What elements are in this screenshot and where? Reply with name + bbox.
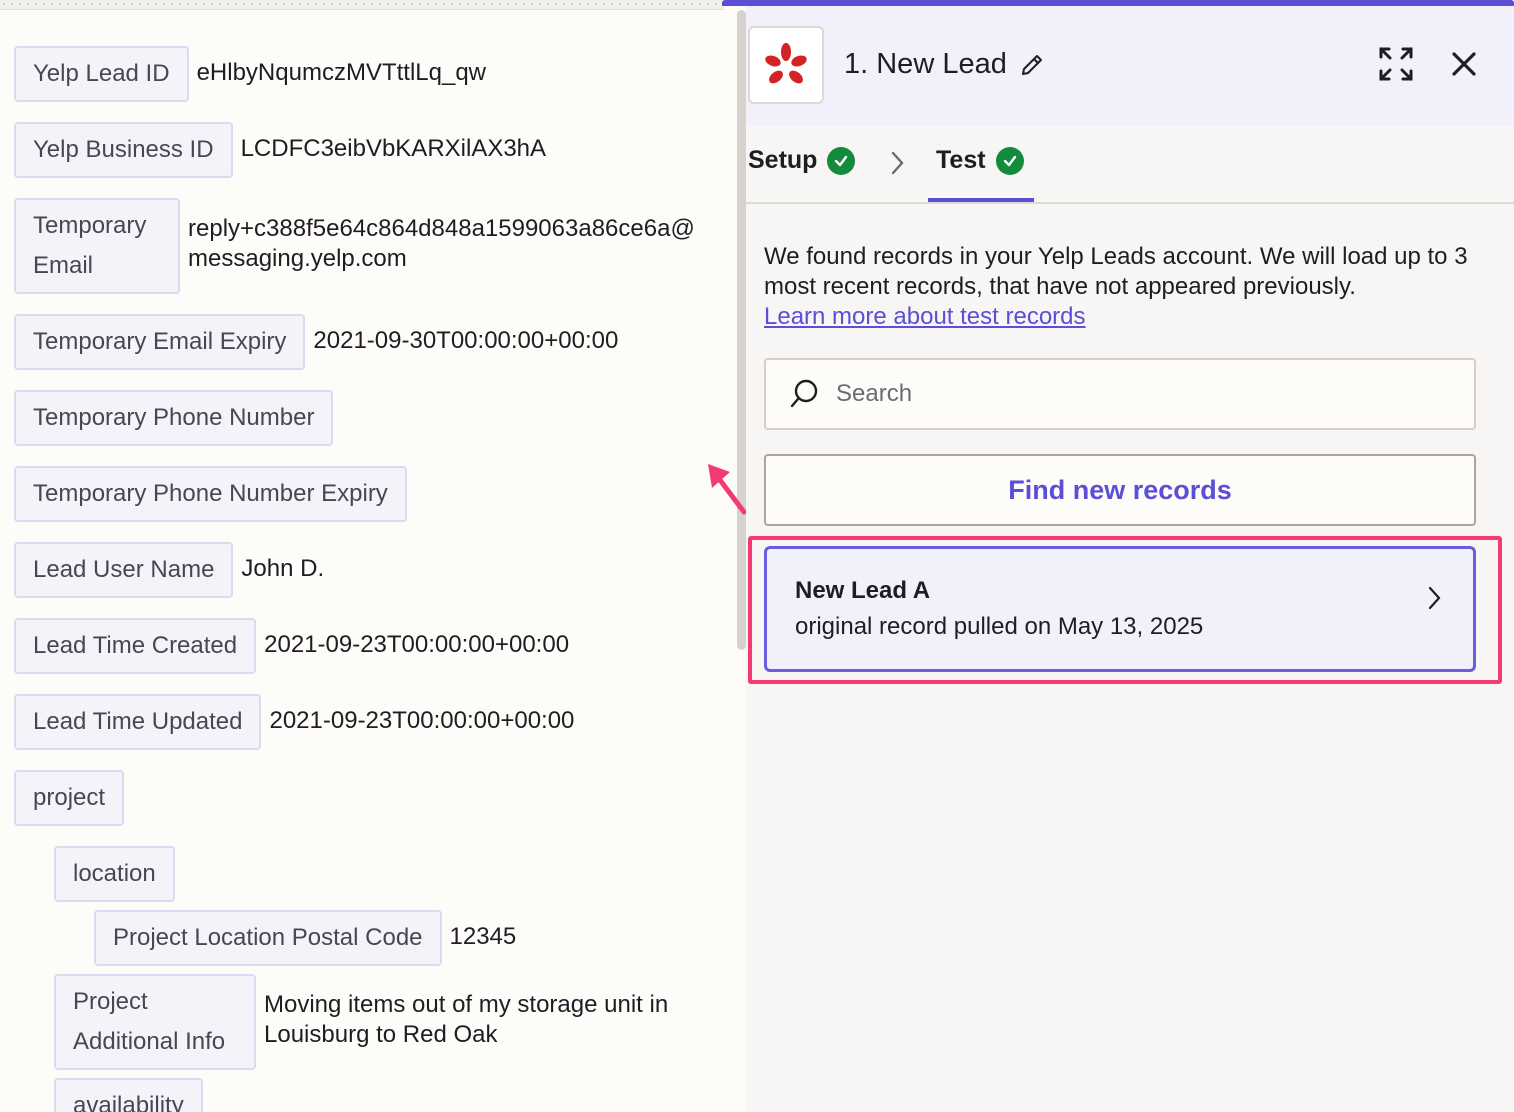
field-value: 2021-09-23T00:00:00+00:00 [264, 631, 570, 658]
search-box[interactable] [764, 358, 1476, 430]
yelp-logo-icon [765, 43, 807, 84]
check-circle-icon [995, 146, 1024, 175]
field-label[interactable]: Temporary Phone Number Expiry [14, 466, 407, 522]
field-lead-user-name: Lead User Name John D. [14, 542, 324, 598]
field-label[interactable]: Lead User Name [14, 542, 234, 598]
field-value: reply+c388f5e64c864d848a1599063a86ce6a@m… [188, 215, 695, 272]
field-value: eHlbyNqumczMVTttlLq_qw [196, 59, 486, 86]
learn-more-link[interactable]: Learn more about test records [764, 303, 1086, 330]
tab-test[interactable]: Test [936, 146, 1024, 175]
search-input[interactable] [836, 380, 1436, 408]
field-temporary-email: Temporary Email reply+c388f5e64c864d848a… [14, 198, 708, 294]
field-label[interactable]: Yelp Business ID [14, 122, 233, 178]
field-project: project [14, 770, 125, 826]
description-text: We found records in your Yelp Leads acco… [764, 243, 1468, 300]
field-lead-time-created: Lead Time Created 2021-09-23T00:00:00+00… [14, 618, 569, 674]
search-icon [790, 379, 818, 408]
field-value: Moving items out of my storage unit in L… [264, 991, 669, 1048]
field-label[interactable]: Lead Time Created [14, 618, 257, 674]
chevron-right-icon [1428, 586, 1441, 610]
field-value: 2021-09-23T00:00:00+00:00 [269, 707, 575, 734]
tab-label: Setup [748, 146, 818, 174]
field-temporary-email-expiry: Temporary Email Expiry 2021-09-30T00:00:… [14, 314, 618, 370]
field-value: 12345 [449, 923, 517, 950]
field-label[interactable]: Temporary Email [14, 198, 180, 294]
app-logo [748, 26, 824, 104]
close-button[interactable] [1444, 44, 1484, 84]
step-tabs: Setup Test [746, 126, 1514, 204]
record-item[interactable]: New Lead A original record pulled on May… [764, 546, 1476, 672]
chevron-right-icon [891, 151, 904, 175]
field-label[interactable]: Yelp Lead ID [14, 46, 189, 102]
field-label[interactable]: Project Additional Info [54, 974, 256, 1070]
test-description: We found records in your Yelp Leads acco… [764, 242, 1484, 332]
scrollbar[interactable] [737, 10, 746, 650]
field-lead-time-updated: Lead Time Updated 2021-09-23T00:00:00+00… [14, 694, 574, 750]
annotation-arrow-icon [708, 464, 747, 515]
field-availability: availability [54, 1078, 203, 1112]
tab-setup[interactable]: Setup [748, 146, 856, 175]
field-label[interactable]: Temporary Phone Number [14, 390, 334, 446]
field-label[interactable]: Project Location Postal Code [94, 910, 442, 966]
field-temporary-phone-number: Temporary Phone Number [14, 390, 334, 446]
field-project-location-postal-code: Project Location Postal Code 12345 [94, 910, 516, 966]
field-yelp-lead-id: Yelp Lead ID eHlbyNqumczMVTttlLq_qw [14, 46, 486, 102]
find-new-records-button[interactable]: Find new records [764, 454, 1476, 526]
field-temporary-phone-number-expiry: Temporary Phone Number Expiry [14, 466, 407, 522]
field-value: LCDFC3eibVbKARXilAX3hA [240, 135, 547, 162]
step-title-text: 1. New Lead [844, 48, 1007, 80]
field-location: location [54, 846, 175, 902]
step-editor-panel: 1. New Lead Setup Test We found records … [722, 0, 1514, 1112]
field-label[interactable]: availability [54, 1078, 203, 1112]
field-label[interactable]: location [54, 846, 175, 902]
field-value: John D. [241, 555, 325, 582]
field-label[interactable]: Lead Time Updated [14, 694, 262, 750]
check-circle-icon [827, 146, 856, 175]
record-title: New Lead A [795, 577, 931, 604]
tab-label: Test [936, 146, 986, 174]
active-tab-indicator [928, 198, 1034, 202]
step-title: 1. New Lead [844, 48, 1045, 81]
close-icon [1452, 52, 1476, 76]
field-value: 2021-09-30T00:00:00+00:00 [313, 327, 619, 354]
canvas-background-strip [0, 0, 724, 10]
field-label[interactable]: Temporary Email Expiry [14, 314, 306, 370]
expand-icon [1379, 47, 1413, 81]
expand-button[interactable] [1376, 44, 1416, 84]
step-header: 1. New Lead [746, 6, 1514, 126]
record-details-panel: Yelp Lead ID eHlbyNqumczMVTttlLq_qw Yelp… [0, 10, 746, 1112]
field-label[interactable]: project [14, 770, 125, 826]
pencil-icon[interactable] [1019, 52, 1045, 78]
field-project-additional-info: Project Additional Info Moving items out… [54, 974, 714, 1070]
record-subtitle: original record pulled on May 13, 2025 [795, 613, 1204, 640]
field-yelp-business-id: Yelp Business ID LCDFC3eibVbKARXilAX3hA [14, 122, 546, 178]
